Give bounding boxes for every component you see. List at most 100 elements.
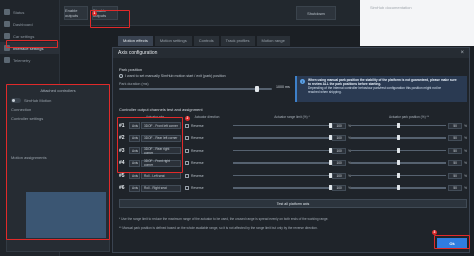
sidebar-item-dashboard[interactable]: Dashboard — [0, 18, 59, 30]
park-control: 50% — [351, 185, 467, 191]
park-slider[interactable] — [351, 160, 447, 166]
range-knob[interactable] — [328, 147, 332, 153]
reverse-checkbox[interactable] — [185, 148, 189, 153]
role-select[interactable]: Roll - Left seat — [141, 172, 181, 179]
highlight-ok-button — [434, 235, 470, 249]
range-value[interactable]: 100 — [332, 185, 347, 191]
channels-section-title: Controller output channels test and assi… — [119, 107, 203, 112]
reverse-checkbox[interactable] — [185, 123, 189, 128]
range-knob[interactable] — [328, 122, 332, 128]
park-value[interactable]: 50 — [448, 122, 463, 129]
park-radio[interactable] — [119, 74, 123, 78]
park-manual-option[interactable]: I want to set manually SimHub motion sta… — [119, 74, 226, 78]
step-badge-3: 3 — [432, 230, 437, 235]
reverse-checkbox[interactable] — [185, 161, 189, 165]
test-all-axis-button[interactable]: Test all platform axis — [119, 199, 467, 208]
reverse-option[interactable]: Reverse — [181, 173, 233, 178]
highlight-sidebar-item — [6, 40, 58, 48]
reverse-checkbox[interactable] — [185, 186, 189, 190]
enable-outputs-button[interactable]: Enable outputs — [64, 6, 88, 20]
browser-hint: SimHub documentation — [370, 5, 412, 10]
park-slider[interactable] — [351, 122, 447, 128]
range-value[interactable]: 100 — [332, 160, 347, 166]
col-range: Actuator range limit (%) * — [274, 115, 310, 119]
reverse-option[interactable]: Reverse — [181, 161, 233, 165]
park-duration-slider[interactable] — [119, 86, 272, 92]
range-value[interactable]: 100 — [332, 122, 347, 129]
range-slider[interactable] — [233, 160, 332, 166]
park-unit: % — [464, 173, 467, 178]
park-value[interactable]: 50 — [448, 135, 463, 141]
park-unit: % — [464, 148, 467, 153]
screen: Status Dashboard Car settings Interface … — [0, 0, 474, 256]
tab-motion-range[interactable]: Motion range — [256, 36, 290, 46]
range-knob[interactable] — [328, 135, 332, 141]
range-slider[interactable] — [233, 135, 332, 141]
park-slider[interactable] — [351, 135, 447, 141]
park-value[interactable]: 50 — [448, 185, 463, 191]
dashboard-icon — [4, 21, 10, 27]
tab-track-profiles[interactable]: Track profiles — [220, 36, 255, 46]
park-control: 50% — [351, 172, 467, 179]
tab-motion-settings[interactable]: Motion settings — [154, 36, 192, 46]
reverse-checkbox[interactable] — [185, 173, 189, 178]
park-knob[interactable] — [397, 135, 401, 141]
tab-controls[interactable]: Controls — [193, 36, 219, 46]
status-icon — [4, 9, 10, 15]
role-select[interactable]: Roll - Right seat — [141, 184, 181, 192]
park-value[interactable]: 50 — [448, 172, 463, 179]
range-slider[interactable] — [233, 172, 332, 178]
range-control: 100% — [233, 172, 351, 179]
park-knob[interactable] — [397, 172, 401, 178]
park-control: 50% — [351, 122, 467, 129]
park-knob[interactable] — [397, 160, 401, 166]
reverse-option[interactable]: Reverse — [181, 148, 233, 153]
axis-assignment: Axis Roll - Left seat — [129, 172, 181, 179]
park-slider[interactable] — [351, 185, 447, 191]
table-row: #6 Axis Roll - Right seat Reverse 100% 50% — [119, 183, 467, 194]
range-knob[interactable] — [328, 185, 332, 191]
col-park: Actuator park position (%) ** — [388, 115, 430, 119]
park-value[interactable]: 50 — [448, 160, 463, 166]
close-icon[interactable]: × — [460, 50, 464, 56]
dialog-header: Axis configuration × — [113, 48, 469, 58]
park-control: 50% — [351, 147, 467, 154]
park-duration-value[interactable]: 1000 — [276, 85, 284, 89]
footnote-park: ** Manual park position is defined based… — [119, 226, 318, 230]
range-knob[interactable] — [328, 172, 332, 178]
sidebar-item-telemetry[interactable]: Telemetry — [0, 54, 59, 66]
reverse-checkbox[interactable] — [185, 136, 189, 140]
park-unit: % — [464, 186, 467, 190]
reverse-label: Reverse — [191, 161, 204, 165]
park-knob[interactable] — [397, 122, 401, 128]
range-slider[interactable] — [233, 122, 332, 128]
park-slider[interactable] — [351, 172, 447, 178]
park-section-title: Park position — [119, 67, 143, 72]
range-value[interactable]: 100 — [332, 147, 347, 154]
park-value[interactable]: 50 — [448, 147, 463, 154]
reverse-option[interactable]: Reverse — [181, 186, 233, 190]
range-slider[interactable] — [233, 147, 332, 153]
step-badge-1: 1 — [92, 11, 97, 16]
reverse-option[interactable]: Reverse — [181, 136, 233, 140]
tab-motion-effects[interactable]: Motion effects — [118, 36, 153, 46]
reverse-label: Reverse — [191, 123, 204, 128]
park-duration-label: Park duration (ms) — [119, 82, 149, 86]
park-knob[interactable] — [397, 185, 401, 191]
park-slider[interactable] — [351, 147, 447, 153]
reverse-label: Reverse — [191, 173, 204, 178]
telemetry-icon — [4, 57, 10, 63]
range-value[interactable]: 100 — [332, 172, 347, 179]
controller-select[interactable]: Axis — [129, 184, 140, 192]
reverse-option[interactable]: Reverse — [181, 123, 233, 128]
park-duration-knob[interactable] — [254, 86, 259, 92]
range-control: 100% — [233, 122, 351, 129]
shutdown-button[interactable]: Shutdown — [296, 6, 336, 20]
range-slider[interactable] — [233, 185, 332, 191]
sidebar-item-status[interactable]: Status — [0, 6, 59, 18]
range-value[interactable]: 100 — [332, 135, 347, 141]
step-badge-2: 2 — [185, 116, 190, 121]
range-knob[interactable] — [328, 160, 332, 166]
park-knob[interactable] — [397, 147, 401, 153]
controller-select[interactable]: Axis — [129, 172, 140, 179]
